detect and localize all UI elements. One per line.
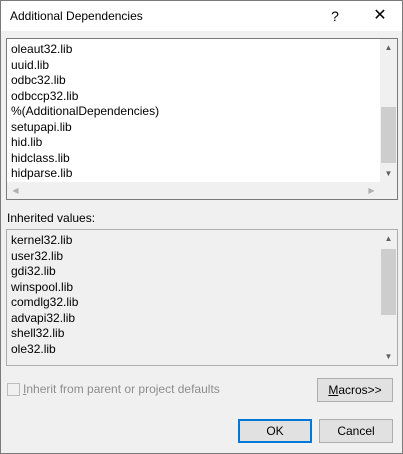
scroll-right-icon[interactable]: ▶ — [363, 182, 380, 199]
dependencies-edit-box[interactable]: oleaut32.lib uuid.lib odbc32.lib odbccp3… — [6, 38, 398, 200]
list-item: kernel32.lib — [11, 233, 73, 247]
list-item: advapi32.lib — [11, 310, 76, 325]
macros-button[interactable]: Macros>> — [317, 378, 393, 402]
list-item: hidparse.lib — [11, 166, 73, 180]
list-item: user32.lib — [11, 248, 64, 263]
list-item: %(AdditionalDependencies) — [11, 104, 160, 118]
list-item: gdi32.lib — [11, 264, 56, 278]
vertical-scrollbar[interactable]: ▲ ▼ — [380, 230, 397, 365]
dependencies-list: oleaut32.lib uuid.lib odbc32.lib odbccp3… — [11, 42, 159, 182]
inherit-checkbox[interactable] — [7, 383, 20, 396]
additional-dependencies-dialog: Additional Dependencies ? ✕ oleaut32.lib… — [0, 0, 403, 454]
list-item: ole32.lib — [11, 341, 56, 356]
scroll-up-icon[interactable]: ▲ — [380, 230, 397, 247]
scroll-thumb[interactable] — [381, 249, 396, 315]
inherit-checkbox-label: Inherit from parent or project defaults — [23, 382, 220, 396]
ok-button[interactable]: OK — [238, 419, 312, 443]
inherited-values-box[interactable]: kernel32.lib user32.lib gdi32.lib winspo… — [6, 229, 398, 366]
inherited-values-list: kernel32.lib user32.lib gdi32.lib winspo… — [11, 233, 78, 357]
cancel-button[interactable]: Cancel — [319, 419, 393, 443]
scroll-up-icon[interactable]: ▲ — [380, 39, 397, 56]
list-item: uuid.lib — [11, 57, 50, 72]
scroll-thumb[interactable] — [381, 107, 396, 163]
list-item: shell32.lib — [11, 326, 65, 340]
scrollbar-corner — [380, 182, 397, 199]
list-item: hid.lib — [11, 135, 43, 149]
list-item: odbccp32.lib — [11, 88, 79, 103]
close-button[interactable]: ✕ — [363, 4, 397, 28]
scroll-down-icon[interactable]: ▼ — [380, 348, 397, 365]
scroll-down-icon[interactable]: ▼ — [380, 165, 397, 182]
list-item: setupapi.lib — [11, 119, 72, 134]
dialog-title: Additional Dependencies — [10, 9, 143, 23]
list-item: comdlg32.lib — [11, 295, 79, 309]
list-item: odbc32.lib — [11, 73, 66, 87]
list-item: hidclass.lib — [11, 150, 70, 165]
list-item: oleaut32.lib — [11, 42, 73, 56]
list-item: winspool.lib — [11, 279, 74, 294]
horizontal-scrollbar[interactable]: ◀ ▶ — [7, 182, 380, 199]
vertical-scrollbar[interactable]: ▲ ▼ — [380, 39, 397, 182]
title-bar[interactable]: Additional Dependencies ? ✕ — [1, 1, 402, 31]
scroll-left-icon[interactable]: ◀ — [7, 182, 24, 199]
help-button[interactable]: ? — [320, 4, 350, 28]
inherited-values-label: Inherited values: — [7, 211, 96, 225]
